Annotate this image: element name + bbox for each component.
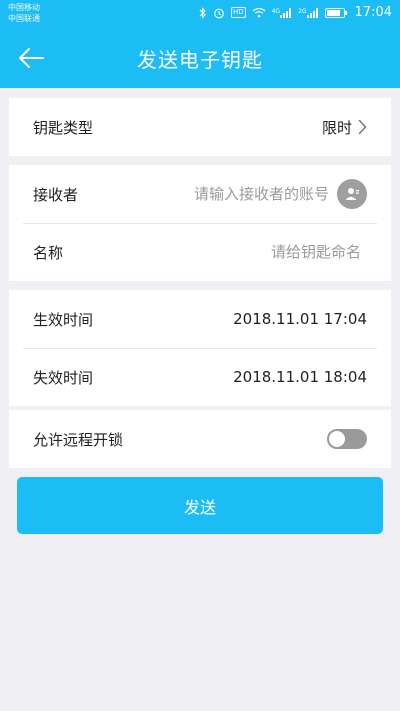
remote-unlock-row: 允许远程开锁 [9,410,391,468]
remote-unlock-card: 允许远程开锁 [9,410,391,468]
expire-time-row[interactable]: 失效时间 2018.11.01 18:04 [9,348,391,406]
name-input[interactable] [161,243,361,261]
receiver-input[interactable] [159,185,329,203]
app-header: 发送电子钥匙 [0,28,400,88]
remote-unlock-label: 允许远程开锁 [33,430,124,449]
receiver-row: 接收者 [9,165,391,223]
key-type-value-wrap: 限时 [322,117,367,138]
battery-icon [324,7,347,18]
battery-level [326,9,341,16]
key-type-row[interactable]: 钥匙类型 限时 [9,98,391,156]
contact-icon [345,188,359,200]
signal-1-label: 4G [271,7,281,15]
page-title: 发送电子钥匙 [137,48,263,72]
receiver-card: 接收者 名称 [9,165,391,281]
carrier-info: 中国移动 中国联通 [8,2,40,24]
key-type-value: 限时 [321,118,352,137]
status-icons: HD 4G 2G 17:04 [199,5,392,20]
status-time: 17:04 [354,5,392,20]
effective-time-label: 生效时间 [33,310,94,329]
hd-badge: HD [230,7,246,18]
key-type-label: 钥匙类型 [33,118,94,137]
effective-time-value: 2018.11.01 17:04 [233,310,367,328]
send-button[interactable]: 发送 [17,477,383,534]
effective-time-row[interactable]: 生效时间 2018.11.01 17:04 [9,290,391,348]
key-type-card: 钥匙类型 限时 [9,98,391,156]
status-bar: 中国移动 中国联通 HD 4G 2G 17:04 [0,0,400,28]
time-card: 生效时间 2018.11.01 17:04 失效时间 2018.11.01 18… [9,290,391,406]
app-screen: 中国移动 中国联通 HD 4G 2G 17:04 发送电子钥匙 钥匙类型 限时 … [0,0,400,711]
wifi-icon [252,7,266,18]
contact-picker-button[interactable] [337,179,367,209]
signal-icon-1: 4G [271,7,292,18]
expire-time-label: 失效时间 [33,368,94,387]
remote-unlock-toggle[interactable] [327,429,367,449]
name-label: 名称 [33,243,64,262]
receiver-label: 接收者 [33,185,79,204]
signal-2-label: 2G [298,7,307,15]
carrier-1: 中国移动 [8,3,40,12]
carrier-2: 中国联通 [8,14,40,23]
name-row: 名称 [9,223,391,281]
signal-icon-2: 2G [298,7,318,18]
chevron-right-icon [358,119,367,135]
bluetooth-icon [199,6,207,19]
toggle-knob [329,431,345,447]
expire-time-value: 2018.11.01 18:04 [233,368,367,386]
alarm-icon [213,7,225,19]
